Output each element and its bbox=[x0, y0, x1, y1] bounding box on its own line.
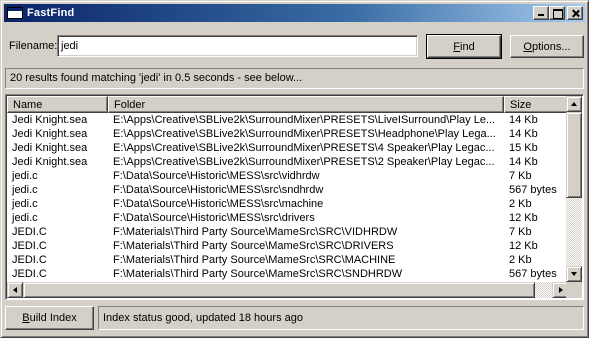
results-list[interactable]: Name Folder Size Jedi Knight.sea E:\Apps\… bbox=[5, 94, 584, 300]
vertical-scroll-thumb[interactable] bbox=[566, 112, 582, 198]
find-button[interactable]: Find bbox=[426, 34, 502, 59]
results-status-bar: 20 results found matching 'jedi' in 0.5 … bbox=[5, 68, 584, 89]
index-status-bar: Index status good, updated 18 hours ago bbox=[98, 306, 584, 330]
options-button[interactable]: Options... bbox=[510, 35, 584, 58]
table-row[interactable]: Jedi Knight.sea E:\Apps\Creative\SBLive2k… bbox=[7, 113, 568, 127]
cell-name: jedi.c bbox=[12, 170, 38, 182]
cell-size: 7 Kb bbox=[509, 226, 532, 238]
cell-folder: F:\Materials\Third Party Source\MameSrc\… bbox=[113, 254, 396, 266]
table-row[interactable]: jedi.c F:\Data\Source\Historic\MESS\src\v… bbox=[7, 169, 568, 183]
table-row[interactable]: JEDI.C F:\Materials\Third Party Source\Ma… bbox=[7, 253, 568, 267]
cell-folder: F:\Data\Source\Historic\MESS\src\machine bbox=[113, 198, 324, 210]
horizontal-scrollbar[interactable] bbox=[7, 282, 568, 298]
table-row[interactable]: Jedi Knight.sea E:\Apps\Creative\SBLive2k… bbox=[7, 127, 568, 141]
cell-name: JEDI.C bbox=[12, 268, 47, 280]
cell-name: JEDI.C bbox=[12, 240, 47, 252]
cell-folder: F:\Materials\Third Party Source\MameSrc\… bbox=[113, 226, 398, 238]
scrollbar-corner bbox=[566, 282, 582, 298]
cell-folder: F:\Materials\Third Party Source\MameSrc\… bbox=[113, 240, 394, 252]
table-row[interactable]: JEDI.C F:\Materials\Third Party Source\Ma… bbox=[7, 225, 568, 239]
options-button-label: Options... bbox=[523, 40, 571, 53]
cell-folder: E:\Apps\Creative\SBLive2k\SurroundMixer\… bbox=[113, 156, 495, 168]
cell-folder: E:\Apps\Creative\SBLive2k\SurroundMixer\… bbox=[113, 128, 496, 140]
cell-name: jedi.c bbox=[12, 184, 38, 196]
cell-name: jedi.c bbox=[12, 212, 38, 224]
cell-size: 14 Kb bbox=[509, 114, 538, 126]
scroll-down-button[interactable] bbox=[566, 266, 582, 282]
table-row[interactable]: JEDI.C F:\Materials\Third Party Source\Ma… bbox=[7, 239, 568, 253]
cell-name: JEDI.C bbox=[12, 254, 47, 266]
list-header: Name Folder Size bbox=[7, 96, 568, 113]
cell-folder: F:\Materials\Third Party Source\MameSrc\… bbox=[113, 268, 403, 280]
column-header-size[interactable]: Size bbox=[504, 96, 568, 113]
filename-input[interactable]: jedi bbox=[57, 35, 418, 57]
cell-size: 2 Kb bbox=[509, 198, 532, 210]
cell-size: 12 Kb bbox=[509, 240, 538, 252]
scroll-up-button[interactable] bbox=[566, 96, 582, 112]
build-index-label: Build Index bbox=[22, 312, 77, 324]
cell-size: 12 Kb bbox=[509, 212, 538, 224]
cell-size: 2 Kb bbox=[509, 254, 532, 266]
cell-size: 567 bytes bbox=[509, 268, 557, 280]
find-button-label: Find bbox=[453, 40, 475, 53]
app-icon bbox=[7, 7, 23, 19]
build-index-button[interactable]: Build Index bbox=[5, 306, 94, 330]
column-header-name[interactable]: Name bbox=[7, 96, 108, 113]
close-button[interactable] bbox=[567, 6, 583, 20]
cell-name: jedi.c bbox=[12, 198, 38, 210]
table-row[interactable]: Jedi Knight.sea E:\Apps\Creative\SBLive2k… bbox=[7, 141, 568, 155]
horizontal-scroll-thumb[interactable] bbox=[23, 282, 535, 298]
vertical-scrollbar[interactable] bbox=[566, 96, 582, 282]
window-title: FastFind bbox=[27, 7, 75, 19]
cell-folder: F:\Data\Source\Historic\MESS\src\sndhrdw bbox=[113, 184, 324, 196]
cell-folder: E:\Apps\Creative\SBLive2k\SurroundMixer\… bbox=[113, 142, 495, 154]
table-row[interactable]: jedi.c F:\Data\Source\Historic\MESS\src\s… bbox=[7, 183, 568, 197]
scroll-left-button[interactable] bbox=[7, 282, 23, 298]
cell-name: Jedi Knight.sea bbox=[12, 156, 88, 168]
table-row[interactable]: Jedi Knight.sea E:\Apps\Creative\SBLive2k… bbox=[7, 155, 568, 169]
arrow-down-icon bbox=[571, 272, 577, 276]
cell-name: Jedi Knight.sea bbox=[12, 114, 88, 126]
arrow-up-icon bbox=[571, 102, 577, 106]
cell-size: 14 Kb bbox=[509, 128, 538, 140]
filename-label: Filename: bbox=[9, 40, 58, 52]
cell-size: 567 bytes bbox=[509, 184, 557, 196]
arrow-left-icon bbox=[13, 287, 17, 293]
table-row[interactable]: jedi.c F:\Data\Source\Historic\MESS\src\d… bbox=[7, 211, 568, 225]
maximize-button[interactable] bbox=[549, 6, 565, 20]
cell-folder: E:\Apps\Creative\SBLive2k\SurroundMixer\… bbox=[113, 114, 496, 126]
list-body: Jedi Knight.sea E:\Apps\Creative\SBLive2k… bbox=[7, 113, 568, 283]
minimize-button[interactable] bbox=[533, 6, 549, 20]
arrow-right-icon bbox=[559, 287, 563, 293]
cell-size: 14 Kb bbox=[509, 156, 538, 168]
title-bar[interactable]: FastFind bbox=[4, 4, 585, 22]
cell-name: Jedi Knight.sea bbox=[12, 128, 88, 140]
cell-name: JEDI.C bbox=[12, 226, 47, 238]
app-window: FastFind Filename: jedi Find Options... … bbox=[0, 0, 589, 338]
table-row[interactable]: JEDI.C F:\Materials\Third Party Source\Ma… bbox=[7, 267, 568, 281]
cell-folder: F:\Data\Source\Historic\MESS\src\drivers bbox=[113, 212, 315, 224]
cell-name: Jedi Knight.sea bbox=[12, 142, 88, 154]
cell-size: 7 Kb bbox=[509, 170, 532, 182]
cell-folder: F:\Data\Source\Historic\MESS\src\vidhrdw bbox=[113, 170, 320, 182]
column-header-folder[interactable]: Folder bbox=[108, 96, 504, 113]
window-controls bbox=[533, 6, 583, 20]
table-row[interactable]: jedi.c F:\Data\Source\Historic\MESS\src\m… bbox=[7, 197, 568, 211]
cell-size: 15 Kb bbox=[509, 142, 538, 154]
